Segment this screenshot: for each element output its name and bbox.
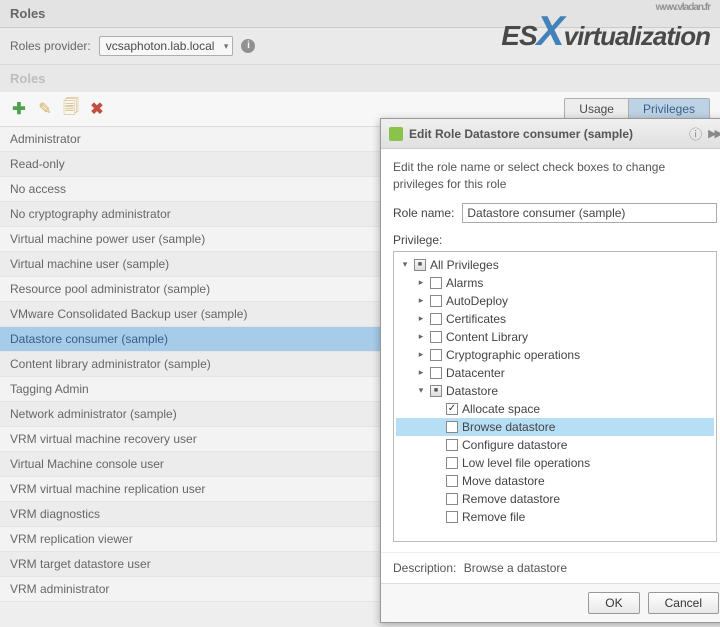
clone-role-icon[interactable]: 🗐 bbox=[62, 100, 80, 118]
tree-branch[interactable]: ▸ AutoDeploy bbox=[396, 292, 714, 310]
delete-role-icon[interactable]: ✖ bbox=[88, 100, 106, 118]
disclosure-closed-icon[interactable]: ▸ bbox=[416, 367, 426, 378]
help-icon[interactable]: ⓘ bbox=[689, 124, 702, 143]
tree-branch[interactable]: ▸ Alarms bbox=[396, 274, 714, 292]
tree-label: Low level file operations bbox=[462, 456, 590, 470]
tree-leaf[interactable]: Move datastore bbox=[396, 472, 714, 490]
detail-tabs: Usage Privileges bbox=[564, 98, 710, 120]
tree-label: Cryptographic operations bbox=[446, 348, 580, 362]
checkbox[interactable] bbox=[446, 421, 458, 433]
info-icon[interactable]: i bbox=[241, 39, 255, 53]
disclosure-closed-icon[interactable]: ▸ bbox=[416, 349, 426, 360]
checkbox[interactable] bbox=[446, 403, 458, 415]
roles-provider-value: vcsaphoton.lab.local bbox=[106, 39, 215, 53]
checkbox[interactable] bbox=[414, 259, 426, 271]
tree-leaf[interactable]: Allocate space bbox=[396, 400, 714, 418]
edit-role-icon[interactable]: ✎ bbox=[36, 100, 54, 118]
tree-root[interactable]: ▾ All Privileges bbox=[396, 256, 714, 274]
tree-label: Content Library bbox=[446, 330, 528, 344]
description-label: Description: bbox=[393, 561, 456, 575]
checkbox[interactable] bbox=[430, 349, 442, 361]
checkbox[interactable] bbox=[446, 511, 458, 523]
add-role-icon[interactable]: ✚ bbox=[10, 100, 28, 118]
tree-branch[interactable]: ▸ Cryptographic operations bbox=[396, 346, 714, 364]
tree-branch[interactable]: ▸ Certificates bbox=[396, 310, 714, 328]
role-name-label: Role name: bbox=[393, 206, 454, 220]
tree-leaf[interactable]: Low level file operations bbox=[396, 454, 714, 472]
disclosure-open-icon[interactable]: ▾ bbox=[416, 385, 426, 396]
watermark-logo: www.vladan.fr ESXvirtualization bbox=[501, 2, 710, 55]
tree-leaf[interactable]: Browse datastore bbox=[396, 418, 714, 436]
privilege-tree[interactable]: ▾ All Privileges ▸ Alarms ▸ AutoDeploy ▸ Certif… bbox=[393, 251, 717, 542]
checkbox[interactable] bbox=[446, 439, 458, 451]
roles-provider-dropdown[interactable]: vcsaphoton.lab.local ▾ bbox=[99, 36, 234, 56]
chevron-down-icon: ▾ bbox=[224, 41, 229, 52]
dialog-title: Edit Role Datastore consumer (sample) bbox=[409, 127, 683, 141]
tree-branch[interactable]: ▸ Datacenter bbox=[396, 364, 714, 382]
tree-label: Browse datastore bbox=[462, 420, 555, 434]
edit-role-dialog: Edit Role Datastore consumer (sample) ⓘ … bbox=[380, 118, 720, 623]
roles-provider-label: Roles provider: bbox=[10, 39, 91, 53]
description-row: Description: Browse a datastore bbox=[381, 552, 720, 583]
tree-label: Alarms bbox=[446, 276, 483, 290]
cancel-button[interactable]: Cancel bbox=[648, 592, 719, 614]
checkbox[interactable] bbox=[430, 331, 442, 343]
tree-label: Allocate space bbox=[462, 402, 540, 416]
expand-icon[interactable]: ▶▶ bbox=[708, 127, 720, 140]
checkbox[interactable] bbox=[430, 367, 442, 379]
checkbox[interactable] bbox=[430, 385, 442, 397]
description-value: Browse a datastore bbox=[464, 561, 567, 575]
disclosure-closed-icon[interactable]: ▸ bbox=[416, 331, 426, 342]
ok-button[interactable]: OK bbox=[588, 592, 639, 614]
disclosure-closed-icon[interactable]: ▸ bbox=[416, 313, 426, 324]
tree-label: AutoDeploy bbox=[446, 294, 508, 308]
checkbox[interactable] bbox=[446, 457, 458, 469]
dialog-instruction: Edit the role name or select check boxes… bbox=[393, 159, 717, 193]
checkbox[interactable] bbox=[446, 475, 458, 487]
tree-label: Remove datastore bbox=[462, 492, 560, 506]
checkbox[interactable] bbox=[430, 277, 442, 289]
tree-branch-datastore[interactable]: ▾ Datastore bbox=[396, 382, 714, 400]
roles-section-label: Roles bbox=[0, 65, 720, 92]
checkbox[interactable] bbox=[446, 493, 458, 505]
tree-branch[interactable]: ▸ Content Library bbox=[396, 328, 714, 346]
disclosure-closed-icon[interactable]: ▸ bbox=[416, 295, 426, 306]
dialog-header: Edit Role Datastore consumer (sample) ⓘ … bbox=[381, 119, 720, 149]
tree-label: Datacenter bbox=[446, 366, 505, 380]
tree-leaf[interactable]: Remove file bbox=[396, 508, 714, 526]
tree-label: Remove file bbox=[462, 510, 525, 524]
checkbox[interactable] bbox=[430, 295, 442, 307]
tree-leaf[interactable]: Configure datastore bbox=[396, 436, 714, 454]
checkbox[interactable] bbox=[430, 313, 442, 325]
disclosure-closed-icon[interactable]: ▸ bbox=[416, 277, 426, 288]
privilege-label: Privilege: bbox=[393, 233, 717, 247]
tree-label: Move datastore bbox=[462, 474, 545, 488]
tab-usage[interactable]: Usage bbox=[565, 99, 629, 119]
tree-label: All Privileges bbox=[430, 258, 499, 272]
tree-leaf[interactable]: Remove datastore bbox=[396, 490, 714, 508]
tree-label: Configure datastore bbox=[462, 438, 567, 452]
tree-label: Certificates bbox=[446, 312, 506, 326]
watermark-url: www.vladan.fr bbox=[501, 2, 710, 13]
disclosure-open-icon[interactable]: ▾ bbox=[400, 259, 410, 270]
tree-label: Datastore bbox=[446, 384, 498, 398]
role-name-input[interactable] bbox=[462, 203, 717, 223]
tab-privileges[interactable]: Privileges bbox=[629, 99, 709, 119]
role-icon bbox=[389, 127, 403, 141]
